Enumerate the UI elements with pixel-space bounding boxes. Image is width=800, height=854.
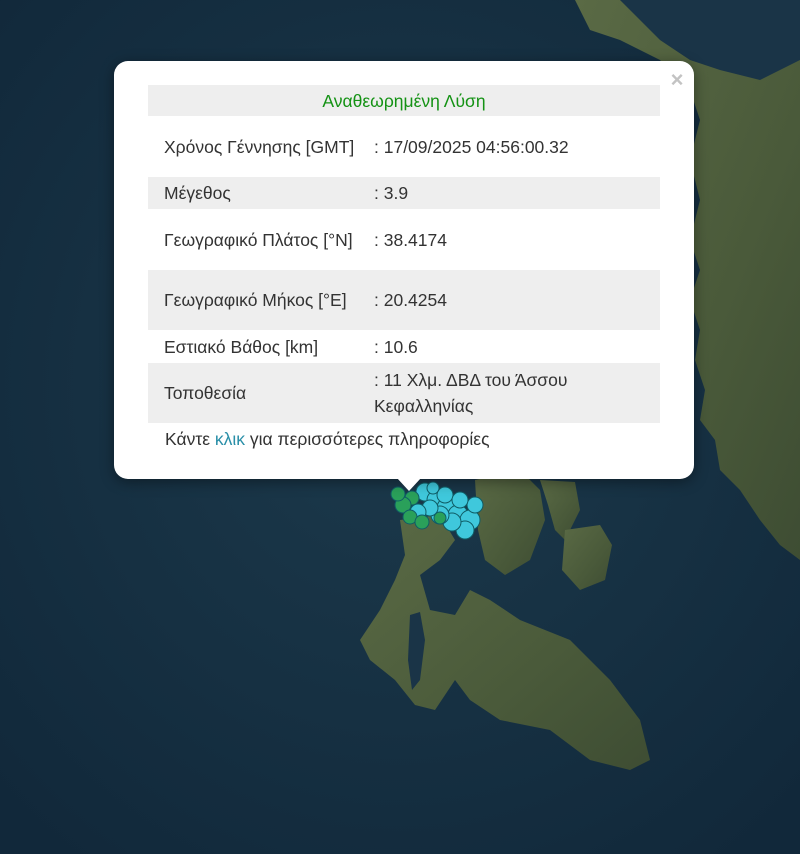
table-row: Χρόνος Γέννησης [GMT] : 17/09/2025 04:56… <box>148 116 660 177</box>
popup-title: Αναθεωρημένη Λύση <box>148 85 660 116</box>
earthquake-marker[interactable] <box>466 496 484 514</box>
row-label-latitude: Γεωγραφικό Πλάτος [°N] <box>164 229 353 250</box>
close-icon[interactable]: × <box>666 69 688 91</box>
table-row: Τοποθεσία : 11 Χλμ. ΔΒΔ του Άσσου Κεφαλλ… <box>148 363 660 423</box>
row-value-longitude: : 20.4254 <box>364 270 660 330</box>
more-prefix: Κάντε <box>165 429 215 449</box>
popup-tip <box>397 478 421 491</box>
more-info-link[interactable]: κλικ <box>215 429 245 449</box>
row-label-location: Τοποθεσία <box>148 363 364 423</box>
earthquake-marker[interactable] <box>414 514 430 530</box>
earthquake-marker[interactable] <box>436 486 454 504</box>
earthquake-marker[interactable] <box>426 481 440 495</box>
row-value-location: : 11 Χλμ. ΔΒΔ του Άσσου Κεφαλληνίας <box>364 363 660 423</box>
earthquake-info-table: Αναθεωρημένη Λύση Χρόνος Γέννησης [GMT] … <box>148 85 660 423</box>
table-row: Εστιακό Βάθος [km] : 10.6 <box>148 330 660 363</box>
table-row: Γεωγραφικό Πλάτος [°N] : 38.4174 <box>148 209 660 270</box>
row-value-time: : 17/09/2025 04:56:00.32 <box>374 136 569 157</box>
earthquake-marker[interactable] <box>433 511 447 525</box>
more-info-text: Κάντε κλικ για περισσότερες πληροφορίες <box>165 427 490 451</box>
row-value-latitude: : 38.4174 <box>374 229 447 250</box>
row-value-magnitude: : 3.9 <box>364 177 660 209</box>
table-header-row: Αναθεωρημένη Λύση <box>148 85 660 116</box>
row-label-time: Χρόνος Γέννησης [GMT] <box>164 136 355 157</box>
more-suffix: για περισσότερες πληροφορίες <box>245 429 490 449</box>
row-label-longitude: Γεωγραφικό Μήκος [°E] <box>148 270 364 330</box>
row-value-depth: : 10.6 <box>374 336 418 357</box>
row-label-depth: Εστιακό Βάθος [km] <box>164 336 319 357</box>
row-label-magnitude: Μέγεθος <box>148 177 364 209</box>
table-row: Μέγεθος : 3.9 <box>148 177 660 209</box>
earthquake-marker[interactable] <box>451 491 469 509</box>
table-row: Γεωγραφικό Μήκος [°E] : 20.4254 <box>148 270 660 330</box>
